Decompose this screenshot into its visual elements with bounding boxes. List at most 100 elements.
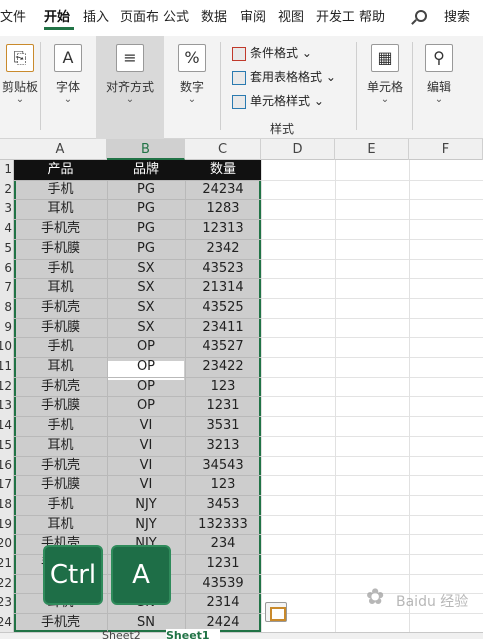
- quantity-cell[interactable]: 24234: [185, 180, 261, 200]
- brand-cell[interactable]: NJY: [107, 495, 185, 515]
- quantity-cell[interactable]: 123: [185, 377, 261, 397]
- product-cell[interactable]: 手机壳: [14, 377, 107, 397]
- quantity-cell[interactable]: 2342: [185, 239, 261, 259]
- product-cell[interactable]: 手机膜: [14, 318, 107, 338]
- product-cell[interactable]: 手机: [14, 180, 107, 200]
- row-number[interactable]: 20: [0, 534, 12, 554]
- row-number[interactable]: 17: [0, 475, 12, 495]
- quantity-cell[interactable]: 3213: [185, 436, 261, 456]
- product-cell[interactable]: 耳机: [14, 199, 107, 219]
- row-number[interactable]: 1: [4, 160, 12, 180]
- tab-help[interactable]: 帮助: [359, 6, 389, 30]
- alignment-group[interactable]: ≡ 对齐方式 ⌄: [96, 36, 164, 139]
- column-header-d[interactable]: D: [261, 139, 335, 160]
- brand-cell[interactable]: OP: [107, 357, 185, 377]
- row-number[interactable]: 11: [0, 357, 12, 377]
- format-as-table-button[interactable]: 套用表格格式 ⌄: [232, 66, 336, 88]
- row-number[interactable]: 4: [4, 219, 12, 239]
- quantity-cell[interactable]: 43523: [185, 259, 261, 279]
- quantity-cell[interactable]: 23422: [185, 357, 261, 377]
- row-number[interactable]: 16: [0, 456, 12, 476]
- product-cell[interactable]: 手机壳: [14, 298, 107, 318]
- row-number[interactable]: 18: [0, 495, 12, 515]
- row-number[interactable]: 2: [4, 180, 12, 200]
- row-number[interactable]: 6: [4, 259, 12, 279]
- product-cell[interactable]: 手机: [14, 495, 107, 515]
- tab-formulas[interactable]: 公式: [163, 6, 193, 30]
- row-number[interactable]: 8: [4, 298, 12, 318]
- row-number[interactable]: 22: [0, 574, 12, 594]
- quantity-cell[interactable]: 3453: [185, 495, 261, 515]
- tab-view[interactable]: 视图: [278, 6, 308, 30]
- tab-file[interactable]: 文件: [0, 6, 28, 30]
- header-cell-product[interactable]: 产品: [14, 160, 107, 180]
- product-cell[interactable]: 耳机: [14, 515, 107, 535]
- conditional-format-button[interactable]: 条件格式 ⌄: [232, 42, 312, 64]
- product-cell[interactable]: 手机壳: [14, 456, 107, 476]
- row-number[interactable]: 12: [0, 377, 12, 397]
- header-cell-quantity[interactable]: 数量: [185, 160, 261, 180]
- quantity-cell[interactable]: 23411: [185, 318, 261, 338]
- brand-cell[interactable]: VI: [107, 436, 185, 456]
- tab-home[interactable]: 开始: [44, 6, 74, 30]
- brand-cell[interactable]: PG: [107, 180, 185, 200]
- tab-data[interactable]: 数据: [201, 6, 231, 30]
- product-cell[interactable]: 耳机: [14, 278, 107, 298]
- row-number[interactable]: 19: [0, 515, 12, 535]
- product-cell[interactable]: 手机膜: [14, 239, 107, 259]
- row-number[interactable]: 5: [4, 239, 12, 259]
- quantity-cell[interactable]: 43525: [185, 298, 261, 318]
- column-header-b[interactable]: B: [107, 139, 185, 160]
- quantity-cell[interactable]: 123: [185, 475, 261, 495]
- row-number[interactable]: 7: [4, 278, 12, 298]
- row-number[interactable]: 15: [0, 436, 12, 456]
- product-cell[interactable]: 手机壳: [14, 613, 107, 632]
- column-header-a[interactable]: A: [14, 139, 107, 160]
- product-cell[interactable]: 手机膜: [14, 396, 107, 416]
- brand-cell[interactable]: PG: [107, 219, 185, 239]
- quantity-cell[interactable]: 43539: [185, 574, 261, 594]
- brand-cell[interactable]: OP: [107, 337, 185, 357]
- row-number[interactable]: 3: [4, 199, 12, 219]
- number-group[interactable]: % 数字 ⌄: [168, 36, 216, 139]
- header-cell-brand[interactable]: 品牌: [107, 160, 185, 180]
- quantity-cell[interactable]: 12313: [185, 219, 261, 239]
- row-number[interactable]: 10: [0, 337, 12, 357]
- row-number[interactable]: 24: [0, 613, 12, 632]
- quantity-cell[interactable]: 21314: [185, 278, 261, 298]
- brand-cell[interactable]: NJY: [107, 515, 185, 535]
- editing-group[interactable]: ⚲ 编辑 ⌄: [416, 36, 462, 139]
- sheet-tab-sheet2[interactable]: Sheet2: [102, 629, 152, 639]
- brand-cell[interactable]: SX: [107, 259, 185, 279]
- product-cell[interactable]: 手机: [14, 259, 107, 279]
- row-number[interactable]: 9: [4, 318, 12, 338]
- brand-cell[interactable]: VI: [107, 456, 185, 476]
- quantity-cell[interactable]: 1231: [185, 554, 261, 574]
- brand-cell[interactable]: SX: [107, 278, 185, 298]
- brand-cell[interactable]: OP: [107, 377, 185, 397]
- sheet-tab-sheet1[interactable]: Sheet1: [166, 629, 220, 639]
- row-number[interactable]: 14: [0, 416, 12, 436]
- product-cell[interactable]: 手机: [14, 337, 107, 357]
- brand-cell[interactable]: OP: [107, 396, 185, 416]
- row-number[interactable]: 21: [0, 554, 12, 574]
- search-label[interactable]: 搜索: [444, 6, 470, 30]
- quantity-cell[interactable]: 34543: [185, 456, 261, 476]
- brand-cell[interactable]: SX: [107, 318, 185, 338]
- font-group[interactable]: A 字体 ⌄: [44, 36, 92, 139]
- cells-group[interactable]: ▦ 单元格 ⌄: [360, 36, 410, 139]
- brand-cell[interactable]: VI: [107, 416, 185, 436]
- quantity-cell[interactable]: 132333: [185, 515, 261, 535]
- quantity-cell[interactable]: 1231: [185, 396, 261, 416]
- tab-review[interactable]: 审阅: [240, 6, 270, 30]
- product-cell[interactable]: 耳机: [14, 357, 107, 377]
- quantity-cell[interactable]: 2314: [185, 593, 261, 613]
- quantity-cell[interactable]: 43527: [185, 337, 261, 357]
- brand-cell[interactable]: PG: [107, 199, 185, 219]
- quantity-cell[interactable]: 3531: [185, 416, 261, 436]
- paste-options-icon[interactable]: [265, 602, 287, 622]
- row-number[interactable]: 13: [0, 396, 12, 416]
- brand-cell[interactable]: SX: [107, 298, 185, 318]
- quantity-cell[interactable]: 1283: [185, 199, 261, 219]
- cell-styles-button[interactable]: 单元格样式 ⌄: [232, 90, 324, 112]
